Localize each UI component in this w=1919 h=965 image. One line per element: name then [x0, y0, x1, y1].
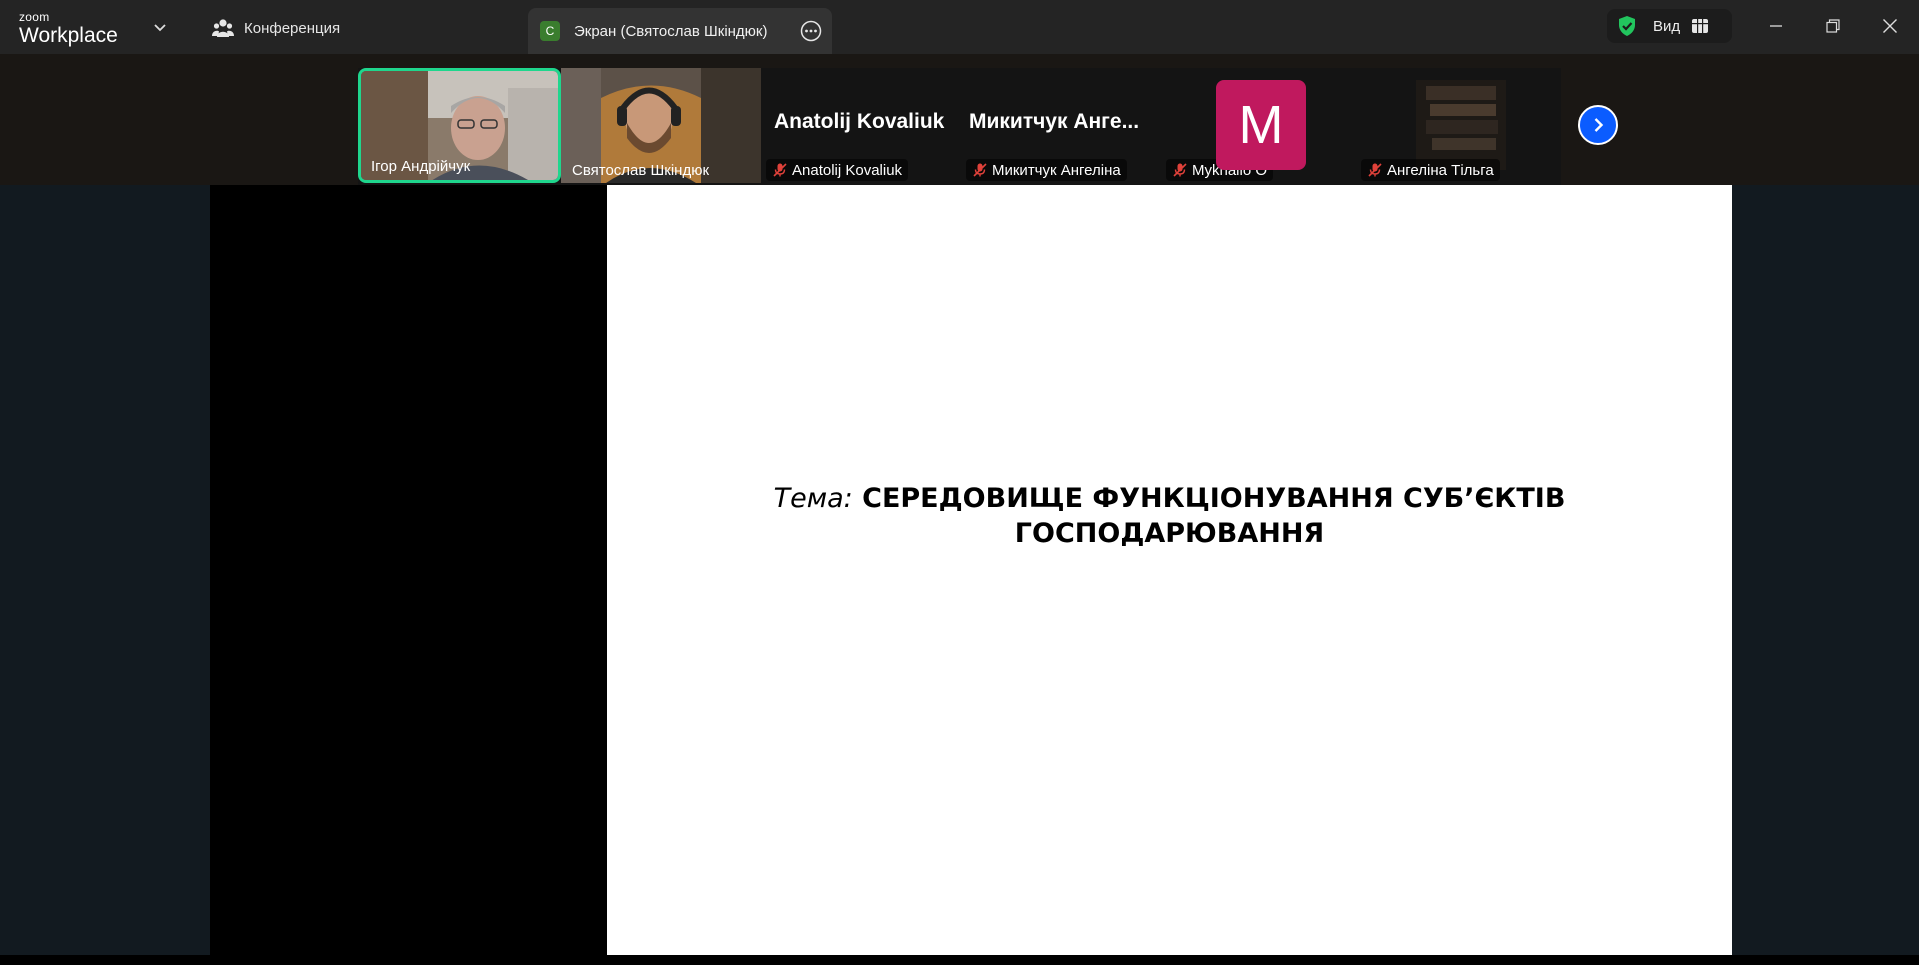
restore-icon [1826, 19, 1840, 33]
participants-strip: Ігор Андрійчук Святослав Шкіндюк Anatoli… [0, 54, 1919, 185]
participant-display-name: Микитчук Анге... [969, 110, 1140, 133]
minimize-button[interactable] [1763, 13, 1789, 39]
shared-screen: Тема: СЕРЕДОВИЩЕ ФУНКЦІОНУВАННЯ СУБ’ЄКТІ… [210, 185, 1732, 955]
participant-tile-anatolij[interactable]: Anatolij Kovaliuk Anatolij Kovaliuk [761, 68, 961, 183]
participant-name: Anatolij Kovaliuk [766, 159, 909, 181]
participants-row: Ігор Андрійчук Святослав Шкіндюк Anatoli… [358, 68, 1561, 185]
participant-name-text: Ігор Андрійчук [371, 157, 471, 175]
participant-avatar: M [1216, 80, 1306, 170]
chevron-right-icon [1594, 118, 1604, 132]
participant-name-text: Святослав Шкіндюк [572, 161, 710, 179]
participant-name: Ангеліна Тільга [1361, 159, 1500, 181]
muted-mic-icon [1173, 163, 1187, 177]
restore-button[interactable] [1820, 13, 1846, 39]
screen-badge: C [540, 21, 560, 41]
video-feed [1416, 80, 1506, 170]
tab-conference[interactable]: Конференция [212, 15, 340, 41]
presentation-slide: Тема: СЕРЕДОВИЩЕ ФУНКЦІОНУВАННЯ СУБ’ЄКТІ… [607, 185, 1732, 955]
bottom-bar [0, 955, 1919, 965]
muted-mic-icon [973, 163, 987, 177]
slide-topic-prefix: Тема: [773, 483, 853, 514]
participant-name-text: Ангеліна Тільга [1387, 161, 1494, 179]
zoom-logo: zoom Workplace [19, 11, 118, 46]
minimize-icon [1770, 25, 1782, 27]
participant-name-text: Микитчук Ангеліна [992, 161, 1121, 179]
tab-screen-share[interactable]: C Экран (Святослав Шкіндюк) [528, 8, 832, 54]
participant-tile-sviatoslav[interactable]: Святослав Шкіндюк [561, 68, 761, 183]
slide-topic-line2: ГОСПОДАРЮВАННЯ [1014, 518, 1325, 549]
close-button[interactable] [1877, 13, 1903, 39]
view-button[interactable]: Вид [1607, 9, 1732, 43]
slide-title: Тема: СЕРЕДОВИЩЕ ФУНКЦІОНУВАННЯ СУБ’ЄКТІ… [607, 481, 1732, 551]
shield-check-icon [1619, 16, 1635, 36]
muted-mic-icon [1368, 163, 1382, 177]
shared-screen-area: Тема: СЕРЕДОВИЩЕ ФУНКЦІОНУВАННЯ СУБ’ЄКТІ… [0, 185, 1919, 955]
participant-name: Святослав Шкіндюк [566, 159, 715, 181]
participant-display-name: Anatolij Kovaliuk [774, 110, 945, 133]
logo-small-text: zoom [19, 10, 50, 24]
view-button-label: Вид [1653, 17, 1681, 35]
participant-name: Ігор Андрійчук [365, 155, 476, 177]
participant-tile-anhelina[interactable]: Ангеліна Тільга [1361, 68, 1561, 183]
next-page-button[interactable] [1578, 105, 1618, 145]
participants-icon [212, 19, 234, 37]
participant-name: Микитчук Ангеліна [966, 159, 1127, 181]
logo-big-text: Workplace [19, 24, 118, 47]
close-icon [1883, 19, 1897, 33]
grid-icon [1692, 19, 1709, 33]
chevron-down-icon[interactable] [152, 19, 168, 35]
participant-tile-mykytchuk[interactable]: Микитчук Анге... Микитчук Ангеліна [961, 68, 1161, 183]
more-options-icon[interactable] [800, 20, 822, 42]
tab-screen-label: Экран (Святослав Шкіндюк) [574, 22, 768, 40]
participant-name-text: Anatolij Kovaliuk [792, 161, 903, 179]
participant-tile-igor[interactable]: Ігор Андрійчук [358, 68, 561, 183]
muted-mic-icon [773, 163, 787, 177]
title-bar: zoom Workplace Конференция C Экран (Свят… [0, 0, 1919, 54]
tab-conference-label: Конференция [244, 19, 341, 37]
slide-topic-line1: СЕРЕДОВИЩЕ ФУНКЦІОНУВАННЯ СУБ’ЄКТІВ [862, 483, 1566, 514]
